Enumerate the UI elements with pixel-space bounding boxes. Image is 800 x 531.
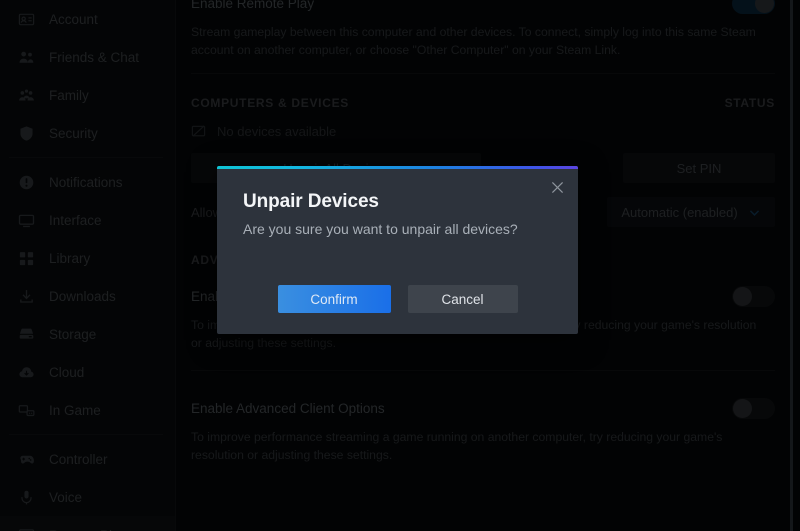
- close-icon[interactable]: [546, 176, 568, 198]
- dialog-title: Unpair Devices: [243, 191, 379, 212]
- vertical-scrollbar[interactable]: [790, 0, 793, 531]
- cancel-button[interactable]: Cancel: [407, 285, 518, 313]
- confirm-button[interactable]: Confirm: [277, 285, 391, 313]
- unpair-devices-dialog: Unpair Devices Are you sure you want to …: [217, 166, 578, 334]
- dialog-body: Unpair Devices Are you sure you want to …: [217, 169, 578, 237]
- dialog-actions: Confirm Cancel: [217, 272, 578, 334]
- dialog-message: Are you sure you want to unpair all devi…: [243, 221, 518, 237]
- settings-window: AccountFriends & ChatFamilySecurityNotif…: [0, 0, 800, 531]
